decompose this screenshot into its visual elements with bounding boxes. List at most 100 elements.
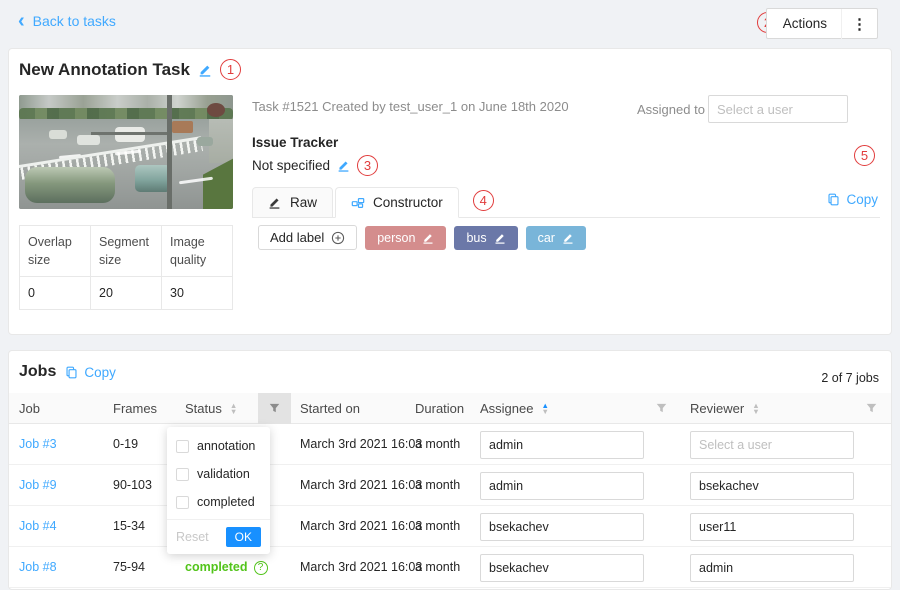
filter-option-annotation[interactable]: annotation	[167, 432, 270, 460]
filter-option-validation[interactable]: validation	[167, 460, 270, 488]
filter-dropdown-footer: Reset OK	[167, 519, 270, 554]
annotation-marker-5: 5	[854, 145, 875, 166]
checkbox[interactable]	[176, 496, 189, 509]
assignee-input[interactable]	[480, 431, 644, 459]
column-header-duration[interactable]: Duration	[415, 393, 464, 424]
column-header-assignee[interactable]: Assignee ▲▼	[480, 393, 549, 424]
tab-constructor-label: Constructor	[373, 195, 443, 210]
param-value-quality: 30	[162, 277, 233, 310]
assignee-filter-button[interactable]	[645, 393, 678, 424]
preview-green-car	[25, 167, 115, 203]
filter-funnel-icon	[269, 403, 280, 414]
edit-task-name-icon[interactable]	[198, 63, 212, 77]
edit-label-icon[interactable]	[422, 232, 434, 244]
labels-row: Add label person bus car	[258, 225, 586, 250]
topbar: ‹ Back to tasks 2 Actions ⋮	[0, 0, 900, 46]
column-header-duration-label: Duration	[415, 393, 464, 424]
status-filter-button[interactable]	[258, 393, 291, 424]
task-title-row: New Annotation Task 1	[19, 59, 241, 80]
param-value-segment: 20	[91, 277, 162, 310]
add-label-label: Add label	[270, 230, 324, 245]
assignee-input[interactable]	[480, 472, 644, 500]
more-vertical-icon[interactable]: ⋮	[842, 15, 877, 33]
label-tag-car[interactable]: car	[526, 226, 586, 250]
job-row: Job #8 75-94 completed ? March 3rd 2021 …	[9, 547, 891, 588]
filter-reset-button[interactable]: Reset	[176, 530, 209, 544]
label-tag-person[interactable]: person	[365, 226, 446, 250]
sort-carets-icon[interactable]: ▲▼	[752, 403, 759, 415]
question-circle-icon[interactable]: ?	[254, 561, 268, 575]
copy-labels-label: Copy	[846, 192, 878, 207]
edit-issue-tracker-icon[interactable]	[337, 159, 350, 172]
job-started: March 3rd 2021 16:03	[300, 547, 422, 588]
reviewer-input[interactable]	[690, 431, 854, 459]
job-frames: 90-103	[113, 465, 152, 506]
jobs-title: Jobs	[19, 363, 56, 381]
column-header-started[interactable]: Started on	[300, 393, 360, 424]
filter-option-validation-label: validation	[197, 467, 250, 481]
column-header-started-label: Started on	[300, 393, 360, 424]
job-duration: a month	[415, 465, 460, 506]
jobs-count: 2 of 7 jobs	[821, 371, 879, 385]
jobs-header: Jobs Copy	[19, 363, 116, 381]
column-header-status-label: Status	[185, 393, 222, 424]
tab-raw-label: Raw	[290, 195, 317, 210]
preview-car	[49, 130, 67, 139]
param-header-segment: Segment size	[91, 226, 162, 277]
constructor-block-icon	[351, 196, 365, 210]
preview-car	[197, 137, 213, 146]
back-chevron-icon: ‹	[18, 14, 25, 28]
column-header-reviewer[interactable]: Reviewer ▲▼	[690, 393, 760, 424]
sort-carets-icon[interactable]: ▲▼	[230, 403, 237, 415]
job-link[interactable]: Job #3	[19, 424, 57, 465]
actions-button[interactable]: Actions ⋮	[766, 8, 878, 39]
assignee-input[interactable]	[480, 513, 644, 541]
edit-label-icon[interactable]	[494, 232, 506, 244]
edit-label-icon[interactable]	[562, 232, 574, 244]
job-duration: a month	[415, 547, 460, 588]
param-value-overlap: 0	[20, 277, 91, 310]
job-started: March 3rd 2021 16:03	[300, 506, 422, 547]
annotation-marker-3: 3	[357, 155, 378, 176]
job-frames: 0-19	[113, 424, 138, 465]
job-link[interactable]: Job #4	[19, 506, 57, 547]
job-link[interactable]: Job #8	[19, 547, 57, 588]
assignee-input[interactable]	[480, 554, 644, 582]
assigned-to-input[interactable]	[708, 95, 848, 123]
filter-option-completed-label: completed	[197, 495, 255, 509]
task-meta-text: Task #1521 Created by test_user_1 on Jun…	[252, 99, 569, 114]
assigned-to-label: Assigned to	[637, 102, 705, 117]
actions-label: Actions	[767, 16, 841, 31]
issue-tracker-value: Not specified	[252, 158, 330, 173]
column-header-job[interactable]: Job	[19, 393, 40, 424]
checkbox[interactable]	[176, 440, 189, 453]
job-link[interactable]: Job #9	[19, 465, 57, 506]
label-tag-bus[interactable]: bus	[454, 226, 517, 250]
reviewer-input[interactable]	[690, 554, 854, 582]
copy-jobs-label: Copy	[84, 365, 116, 380]
tab-constructor[interactable]: Constructor	[335, 187, 459, 218]
reviewer-input[interactable]	[690, 513, 854, 541]
column-header-assignee-label: Assignee	[480, 393, 533, 424]
reviewer-input[interactable]	[690, 472, 854, 500]
column-header-status[interactable]: Status ▲▼	[185, 393, 237, 424]
preview-truck	[172, 121, 193, 133]
reviewer-filter-button[interactable]	[855, 393, 888, 424]
status-filter-dropdown: annotation validation completed Reset OK	[167, 427, 270, 554]
filter-option-completed[interactable]: completed	[167, 488, 270, 516]
annotation-marker-4: 4	[473, 190, 494, 211]
copy-labels-link[interactable]: Copy	[827, 192, 878, 207]
label-tag-car-name: car	[538, 231, 555, 245]
task-title: New Annotation Task	[19, 60, 190, 80]
tab-raw[interactable]: Raw	[252, 187, 333, 218]
filter-ok-button[interactable]: OK	[226, 527, 261, 547]
raw-edit-icon	[268, 196, 282, 210]
sort-carets-icon[interactable]: ▲▼	[541, 403, 548, 415]
add-label-button[interactable]: Add label	[258, 225, 357, 250]
copy-jobs-link[interactable]: Copy	[65, 365, 116, 380]
label-tag-person-name: person	[377, 231, 415, 245]
job-frames: 75-94	[113, 547, 145, 588]
back-to-tasks-link[interactable]: ‹ Back to tasks	[18, 13, 116, 29]
checkbox[interactable]	[176, 468, 189, 481]
column-header-frames[interactable]: Frames	[113, 393, 157, 424]
